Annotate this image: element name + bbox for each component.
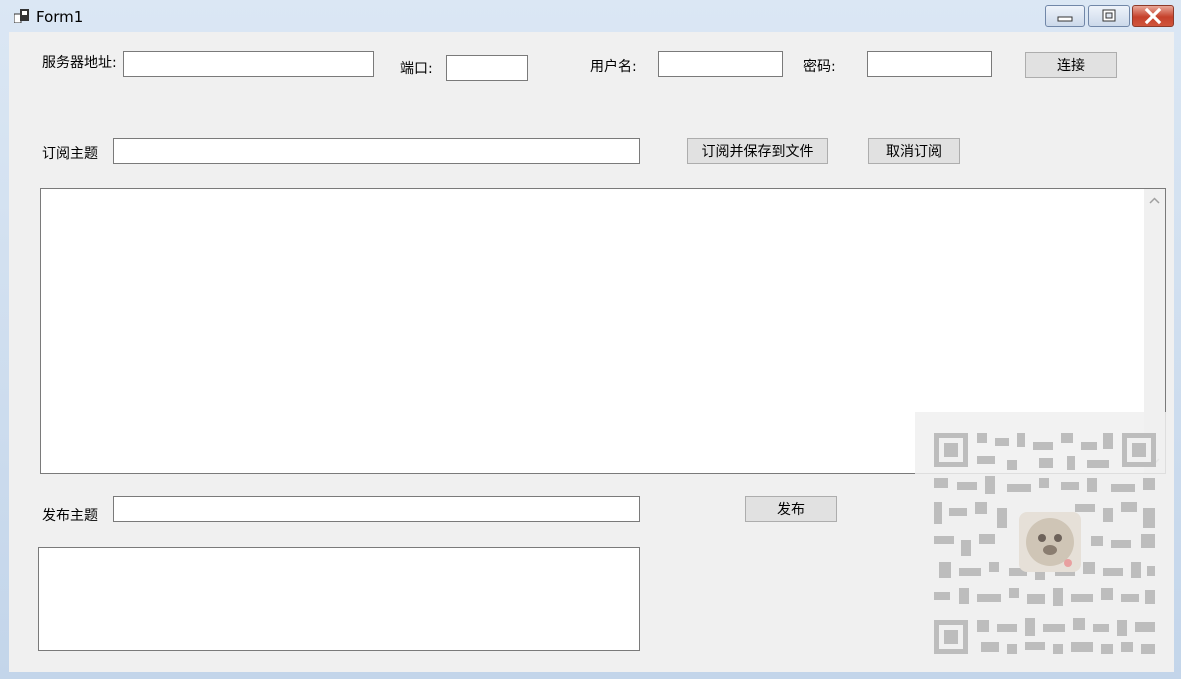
minimize-button[interactable] bbox=[1045, 5, 1085, 27]
maximize-icon bbox=[1102, 9, 1116, 22]
publish-topic-label: 发布主题 bbox=[42, 508, 98, 524]
connect-button[interactable]: 连接 bbox=[1025, 52, 1117, 78]
unsubscribe-button[interactable]: 取消订阅 bbox=[868, 138, 960, 164]
server-address-label: 服务器地址: bbox=[42, 55, 117, 71]
publish-button[interactable]: 发布 bbox=[745, 496, 837, 522]
maximize-button[interactable] bbox=[1088, 5, 1130, 27]
password-label: 密码: bbox=[803, 59, 836, 75]
username-label: 用户名: bbox=[590, 59, 637, 75]
publish-topic-input[interactable] bbox=[113, 496, 640, 522]
close-icon bbox=[1144, 7, 1162, 25]
subscribe-topic-label: 订阅主题 bbox=[42, 146, 98, 162]
app-icon bbox=[14, 9, 29, 23]
main-window: Form1 服务器地址: 端口: 用户名: 密码: 连接 订阅主题 订阅并保存到… bbox=[0, 0, 1181, 679]
window-title: Form1 bbox=[36, 8, 84, 26]
minimize-icon bbox=[1057, 16, 1073, 22]
subscribe-topic-input[interactable] bbox=[113, 138, 640, 164]
title-bar[interactable]: Form1 bbox=[0, 0, 1181, 32]
port-label: 端口: bbox=[400, 61, 433, 77]
password-input[interactable] bbox=[867, 51, 992, 77]
scroll-up-icon[interactable] bbox=[1149, 197, 1160, 205]
form-client-area: 服务器地址: 端口: 用户名: 密码: 连接 订阅主题 订阅并保存到文件 取消订… bbox=[9, 32, 1174, 672]
qr-code-watermark bbox=[915, 412, 1174, 672]
port-input[interactable] bbox=[446, 55, 528, 81]
server-address-input[interactable] bbox=[123, 51, 374, 77]
publish-message-textarea[interactable] bbox=[38, 547, 640, 651]
subscribe-and-save-button[interactable]: 订阅并保存到文件 bbox=[687, 138, 828, 164]
username-input[interactable] bbox=[658, 51, 783, 77]
close-button[interactable] bbox=[1132, 5, 1174, 27]
